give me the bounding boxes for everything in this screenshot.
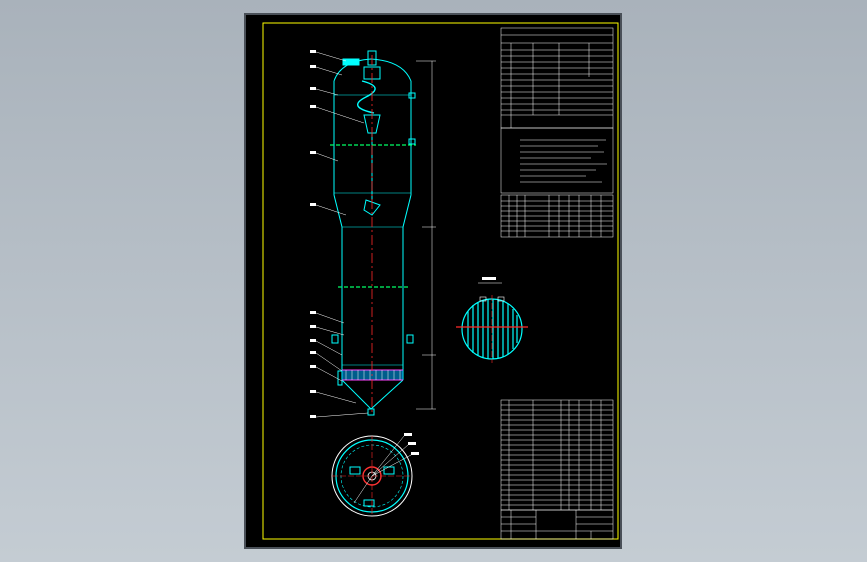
transition-left xyxy=(333,194,343,228)
height-dimension xyxy=(416,60,436,410)
nozzle-table xyxy=(500,194,614,238)
design-data-table xyxy=(500,27,614,129)
top-nozzle-left xyxy=(342,58,360,66)
bottom-cone-left xyxy=(341,379,372,410)
bottom-cone-right xyxy=(370,379,404,410)
support-grid xyxy=(342,369,403,381)
parts-list-table xyxy=(500,399,614,511)
section-view-icon xyxy=(456,277,528,363)
cad-drawing xyxy=(262,22,619,540)
bottom-view-icon xyxy=(331,433,419,517)
column-vessel-icon xyxy=(331,50,416,416)
technical-notes xyxy=(500,127,614,194)
drawing-frame xyxy=(262,22,619,540)
transition-right xyxy=(402,194,412,228)
drawing-sheet xyxy=(244,13,622,549)
leader-tags xyxy=(310,50,316,418)
title-block xyxy=(500,509,614,540)
